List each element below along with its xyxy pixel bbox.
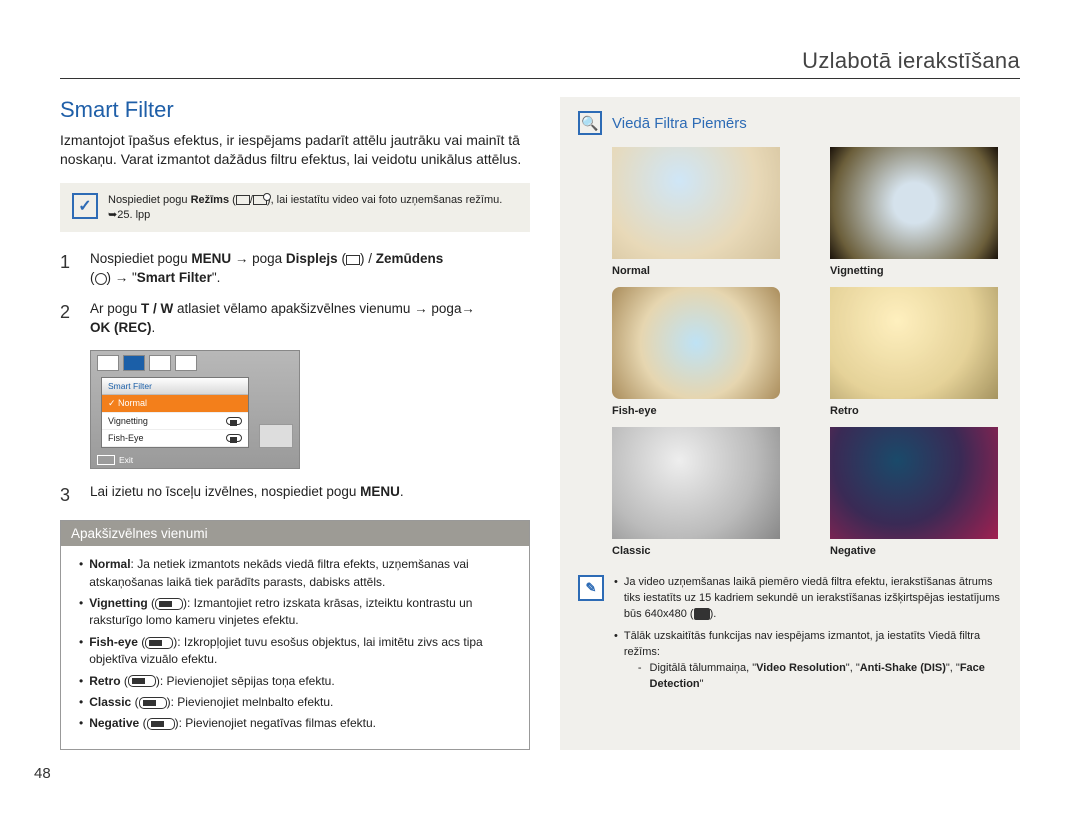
section-title: Smart Filter	[60, 97, 530, 123]
thumb-fisheye: Fish-eye	[612, 287, 780, 417]
page-number: 48	[34, 765, 51, 782]
example-title: Viedā Filtra Piemērs	[612, 115, 747, 132]
submenu-box: Apakšizvēlnes vienumi Normal: Ja netiek …	[60, 520, 530, 750]
camera-osd-mock: Smart Filter ✓ Normal Vignetting Fish-Ey…	[90, 350, 300, 469]
intro-text: Izmantojot īpašus efektus, ir iespējams …	[60, 131, 530, 169]
note-text: Nospiediet pogu Režīms (/), lai iestatīt…	[108, 193, 520, 223]
right-notes: ✎ Ja video uzņemšanas laikā piemēro vied…	[578, 575, 1002, 699]
image-classic	[612, 427, 780, 539]
submenu-header: Apakšizvēlnes vienumi	[61, 521, 529, 546]
example-grid: Normal Vignetting Fish-eye Retro Classic	[612, 147, 1002, 557]
step-1: 1 Nospiediet pogu MENU poga Displejs () …	[60, 250, 530, 288]
magnifier-icon: 🔍	[578, 111, 602, 135]
thumb-classic: Classic	[612, 427, 780, 557]
step-2: 2 Ar pogu T / W atlasiet vēlamo apakšizv…	[60, 300, 530, 338]
thumb-retro: Retro	[830, 287, 998, 417]
chapter-header: Uzlabotā ierakstīšana	[60, 48, 1020, 79]
image-normal	[612, 147, 780, 259]
image-negative	[830, 427, 998, 539]
right-column: 🔍 Viedā Filtra Piemērs Normal Vignetting…	[560, 97, 1020, 750]
note-box: ✓ Nospiediet pogu Režīms (/), lai iestat…	[60, 183, 530, 233]
image-retro	[830, 287, 998, 399]
thumb-vignetting: Vignetting	[830, 147, 998, 277]
submenu-body: Normal: Ja netiek izmantots nekāds viedā…	[61, 546, 529, 749]
check-icon: ✓	[72, 193, 98, 219]
note-icon: ✎	[578, 575, 604, 601]
thumb-normal: Normal	[612, 147, 780, 277]
image-vignetting	[830, 147, 998, 259]
sd-icon	[694, 608, 710, 620]
left-column: Smart Filter Izmantojot īpašus efektus, …	[60, 97, 530, 750]
step-3: 3 Lai izietu no īsceļu izvēlnes, nospied…	[60, 483, 530, 508]
image-fisheye	[612, 287, 780, 399]
thumb-negative: Negative	[830, 427, 998, 557]
chapter-title: Uzlabotā ierakstīšana	[60, 48, 1020, 74]
